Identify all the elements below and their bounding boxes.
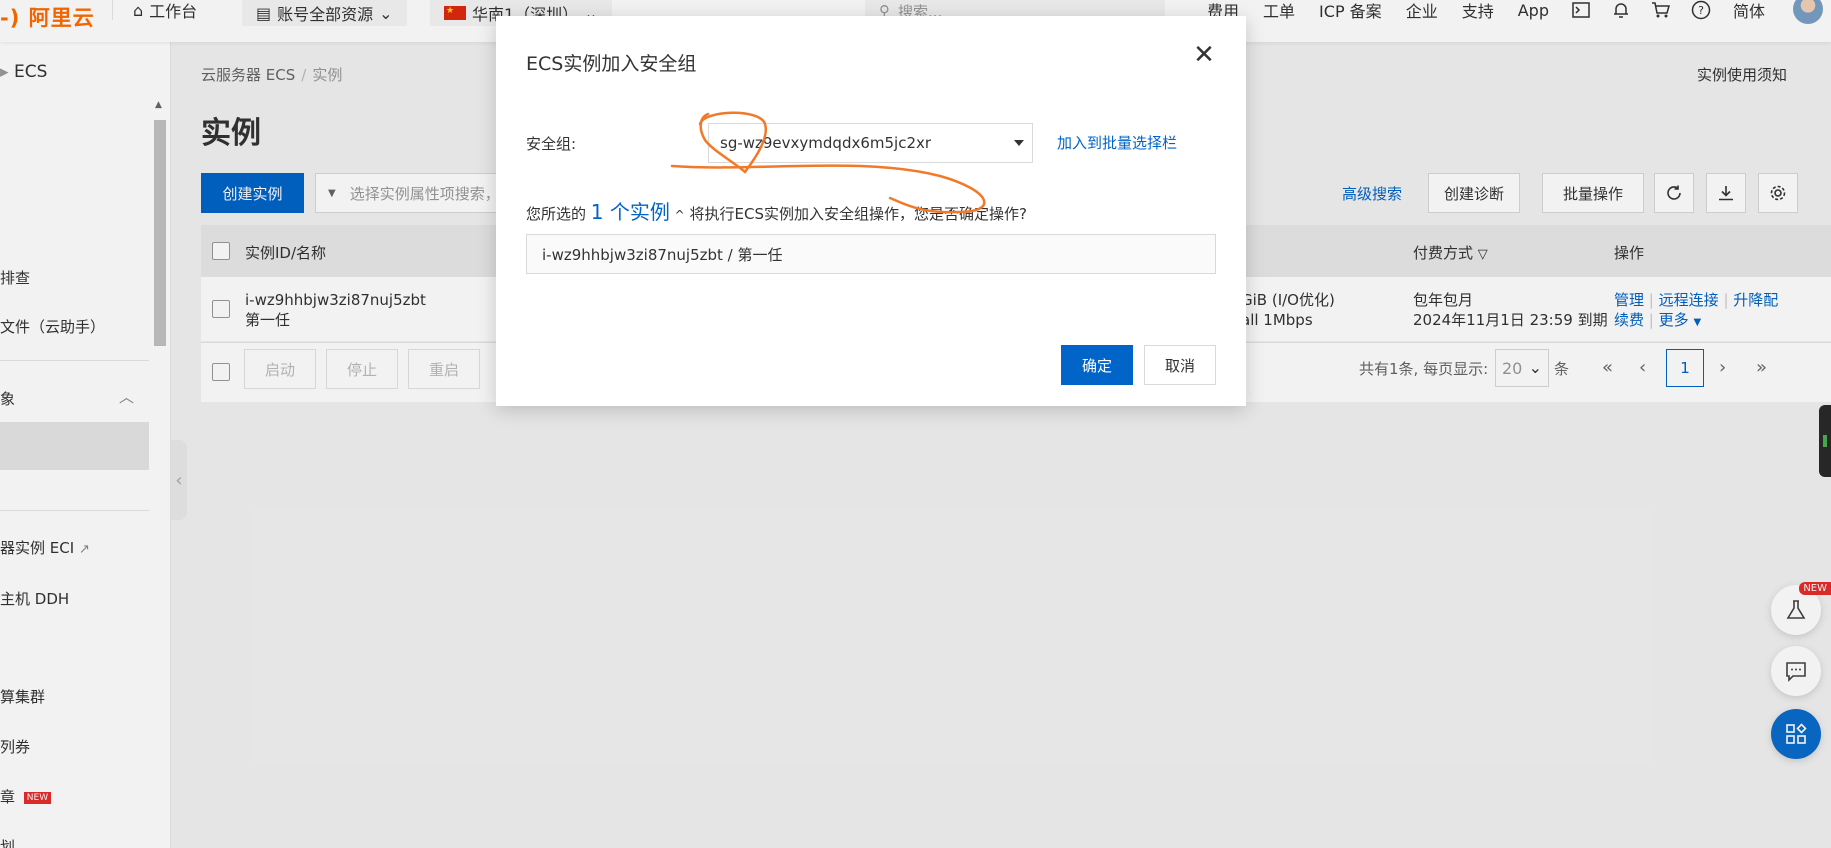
confirm-message: 您所选的 1 个实例 ^ 将执行ECS实例加入安全组操作，您是否确定操作? [526,200,1027,224]
close-icon[interactable]: ✕ [1192,42,1216,68]
selected-count-toggle[interactable]: 1 个实例 [591,200,670,224]
selected-instance-item: i-wz9hhbjw3zi87nuj5zbt / 第一任 [542,245,783,264]
caret-down-icon [1014,140,1024,146]
selected-instance-list: i-wz9hhbjw3zi87nuj5zbt / 第一任 [526,234,1216,274]
add-to-security-group-dialog: ECS实例加入安全组 ✕ 安全组: sg-wz9evxymdqdx6m5jc2x… [496,16,1246,406]
security-group-label: 安全组: [526,135,577,153]
add-to-batch-link[interactable]: 加入到批量选择栏 [1057,132,1177,153]
chevron-up-icon[interactable]: ^ [675,208,685,222]
dialog-title: ECS实例加入安全组 [526,53,697,75]
security-group-select[interactable]: sg-wz9evxymdqdx6m5jc2xr [708,123,1033,163]
confirm-button[interactable]: 确定 [1061,345,1133,385]
cancel-button[interactable]: 取消 [1144,345,1216,385]
